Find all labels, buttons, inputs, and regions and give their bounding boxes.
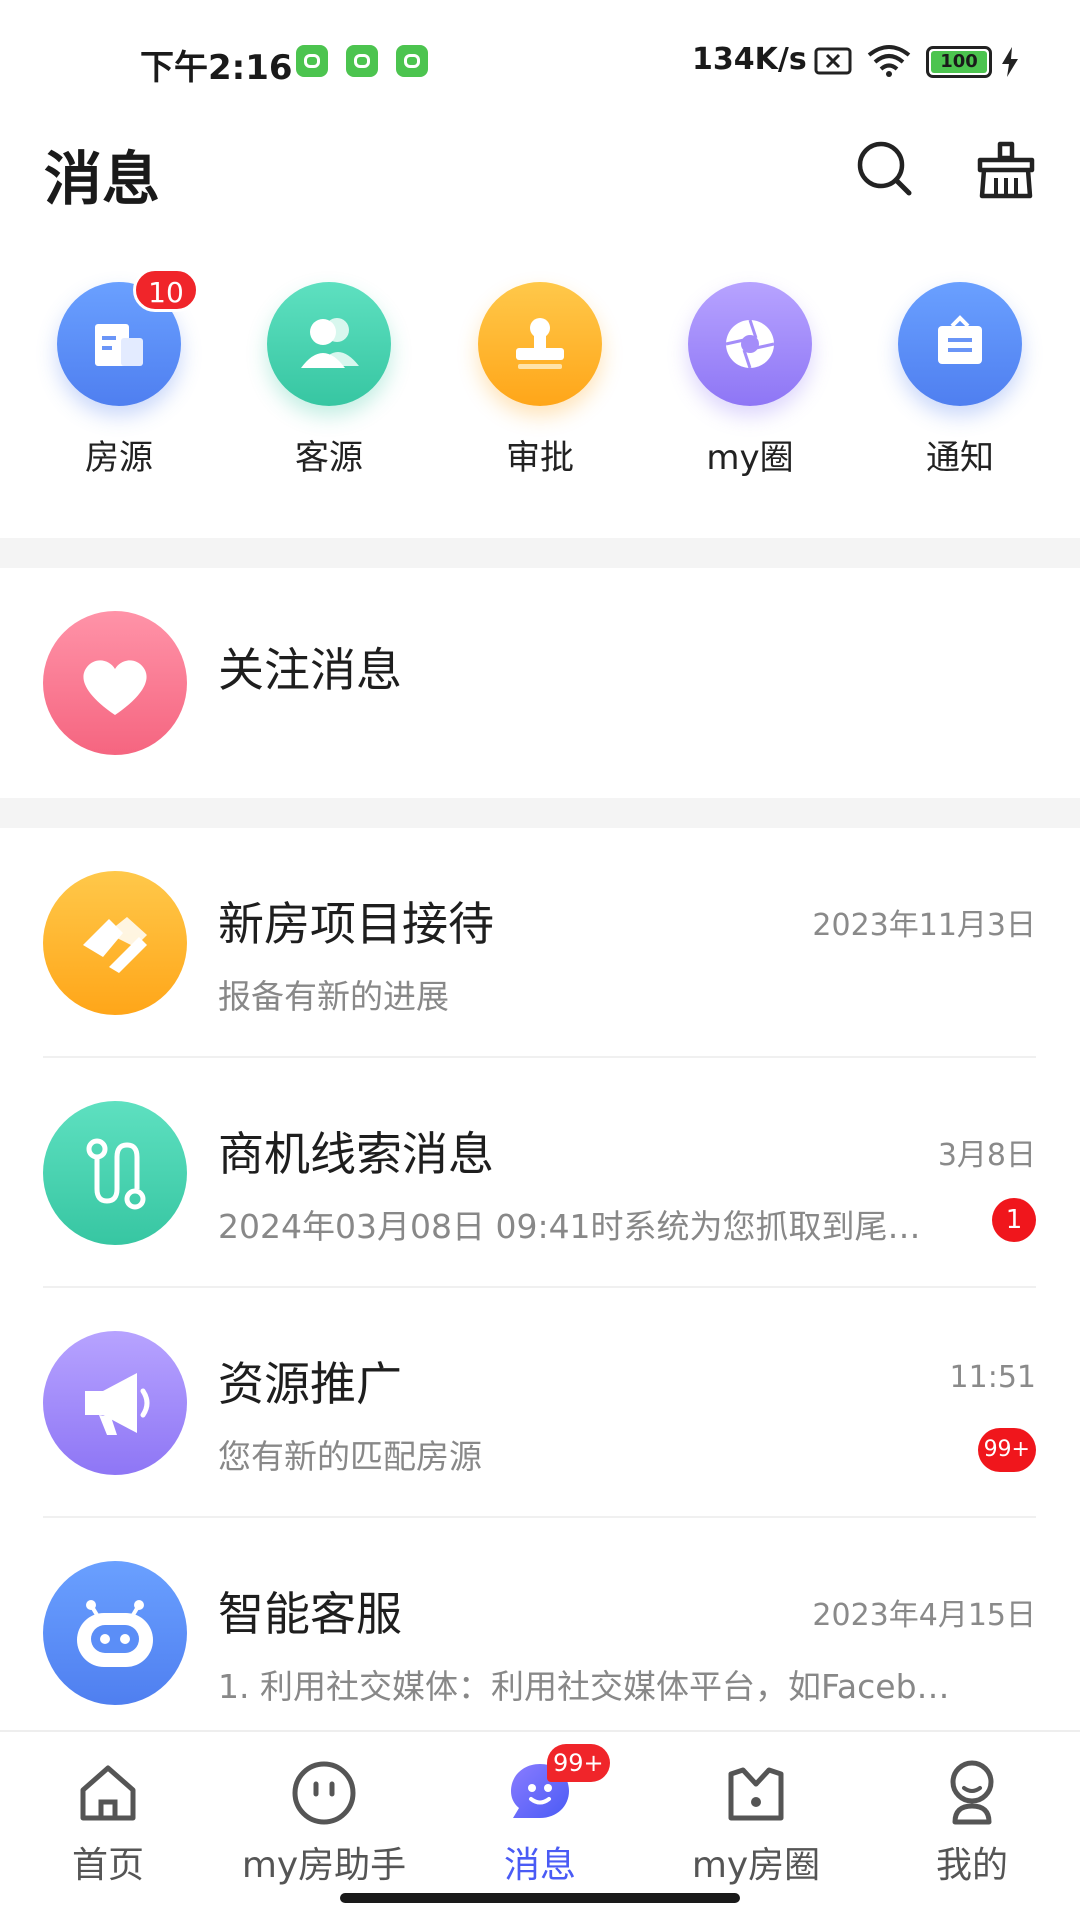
quick-entry-label: 房源 [85, 438, 153, 478]
nav-my-circle[interactable]: my房圈 [648, 1744, 864, 1888]
unread-badge: 1 [992, 1198, 1036, 1242]
quick-entry-label: my圈 [706, 438, 794, 478]
section-separator [0, 798, 1080, 828]
route-icon [43, 1101, 187, 1245]
quick-entry-my-circle[interactable]: my圈 [660, 282, 840, 479]
aperture-icon [688, 282, 812, 406]
message-preview: 2024年03月08日 09:41时系统为您抓取到尾… [218, 1207, 921, 1246]
status-bar: 下午2:16 134K/s 100 [0, 0, 1080, 110]
quick-entry-notice[interactable]: 通知 [870, 282, 1050, 479]
battery-icon: 100 [926, 46, 992, 78]
nav-label: 我的 [935, 1845, 1008, 1886]
list-item[interactable]: 资源推广 11:51 您有新的匹配房源 99+ [0, 1288, 1080, 1518]
assistant-face-icon [289, 1758, 359, 1828]
message-title: 商机线索消息 [218, 1127, 494, 1181]
search-icon[interactable] [856, 140, 912, 196]
nav-label: my房助手 [241, 1845, 407, 1886]
quick-entry-badge: 10 [133, 268, 199, 312]
network-speed: 134K/s [692, 42, 807, 77]
page-title: 消息 [44, 145, 161, 213]
clean-brush-icon[interactable] [976, 140, 1036, 200]
quick-entry-listings[interactable]: 10 房源 [29, 268, 209, 479]
message-title: 新房项目接待 [218, 897, 494, 951]
nav-messages[interactable]: 99+ 消息 [432, 1744, 648, 1888]
message-title: 资源推广 [218, 1357, 402, 1411]
message-time: 3月8日 [937, 1138, 1036, 1173]
unread-badge: 99+ [977, 1428, 1036, 1472]
home-icon [73, 1758, 143, 1828]
robot-icon [43, 1561, 187, 1705]
heart-icon [43, 611, 187, 755]
list-item[interactable]: 商机线索消息 3月8日 2024年03月08日 09:41时系统为您抓取到尾… … [0, 1058, 1080, 1288]
message-bubble-icon: 99+ [505, 1744, 610, 1828]
nav-label: 消息 [503, 1845, 576, 1886]
people-icon [267, 282, 391, 406]
message-preview: 1. 利用社交媒体：利用社交媒体平台，如Faceb… [218, 1667, 950, 1706]
handshake-icon [43, 871, 187, 1015]
nav-home[interactable]: 首页 [0, 1744, 216, 1888]
app-icon [396, 45, 428, 77]
message-time: 2023年11月3日 [812, 908, 1036, 943]
nav-profile[interactable]: 我的 [864, 1744, 1080, 1888]
quick-entry-label: 通知 [926, 438, 994, 478]
megaphone-icon [43, 1331, 187, 1475]
app-icon [296, 45, 328, 77]
nav-label: 首页 [71, 1845, 144, 1886]
nav-assistant[interactable]: my房助手 [216, 1744, 432, 1888]
list-item[interactable]: 智能客服 2023年4月15日 1. 利用社交媒体：利用社交媒体平台，如Face… [0, 1518, 1080, 1748]
charging-icon [1002, 47, 1018, 77]
wifi-icon [867, 45, 911, 77]
message-preview: 报备有新的进展 [218, 977, 449, 1016]
message-time: 11:51 [949, 1360, 1036, 1395]
quick-entry-label: 审批 [506, 438, 574, 478]
message-title: 智能客服 [218, 1587, 402, 1641]
nav-label: my房圈 [691, 1845, 821, 1886]
follow-messages-title: 关注消息 [218, 643, 402, 697]
section-separator [0, 538, 1080, 568]
battery-level: 100 [931, 51, 987, 73]
notice-board-icon [898, 282, 1022, 406]
building-icon: 10 [57, 268, 199, 406]
nav-unread-badge: 99+ [547, 1744, 610, 1782]
quick-entry-clients[interactable]: 客源 [239, 282, 419, 479]
quick-entry-label: 客源 [295, 438, 363, 478]
no-sim-icon [814, 47, 852, 75]
message-preview: 您有新的匹配房源 [218, 1437, 482, 1476]
home-indicator [340, 1893, 740, 1903]
follow-messages-row[interactable]: 关注消息 [0, 568, 1080, 798]
circle-m-icon [721, 1758, 791, 1828]
list-item[interactable]: 新房项目接待 2023年11月3日 报备有新的进展 [0, 828, 1080, 1058]
app-icon [346, 45, 378, 77]
message-time: 2023年4月15日 [812, 1598, 1036, 1633]
bottom-nav: 首页 my房助手 99+ 消息 my房圈 我的 [0, 1730, 1080, 1920]
status-time: 下午2:16 [140, 48, 293, 88]
user-icon [937, 1758, 1007, 1828]
stamp-icon [478, 282, 602, 406]
quick-entry-approval[interactable]: 审批 [450, 282, 630, 479]
